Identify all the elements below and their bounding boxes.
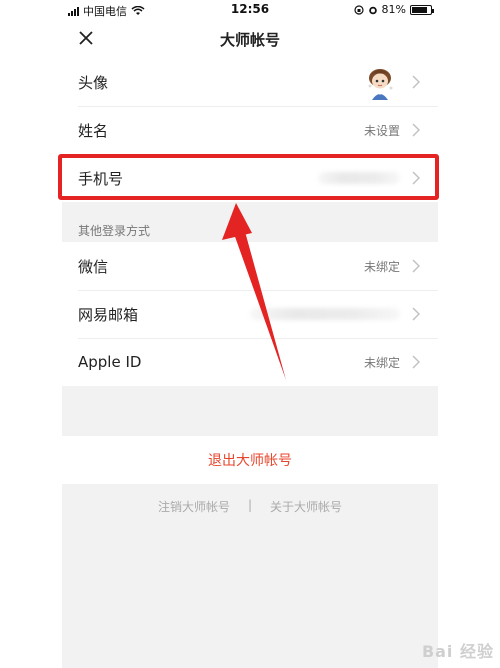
section-title-other-login: 其他登录方式 — [78, 224, 151, 238]
phone-row-highlight — [58, 154, 439, 200]
chevron-right-icon — [412, 355, 420, 369]
name-value: 未设置 — [363, 123, 400, 138]
page-title: 大师帐号 — [219, 31, 280, 49]
row-avatar[interactable]: 头像 — [62, 58, 438, 106]
battery-percent: 81% — [381, 3, 406, 16]
chevron-right-icon — [412, 123, 420, 137]
wechat-value: 未绑定 — [363, 259, 400, 274]
cancel-account-link[interactable]: 注销大师帐号 — [158, 498, 230, 515]
apple-id-value: 未绑定 — [363, 355, 400, 370]
battery-icon — [410, 4, 434, 15]
other-login-group: 微信 未绑定 网易邮箱 Apple ID 未绑定 — [62, 242, 438, 386]
row-apple-id[interactable]: Apple ID 未绑定 — [62, 338, 438, 386]
orientation-lock-icon — [353, 4, 364, 15]
chevron-right-icon — [412, 75, 420, 89]
alarm-icon — [368, 6, 377, 14]
footer-links: 注销大师帐号 | 关于大师帐号 — [62, 498, 438, 515]
nav-bar: 大师帐号 — [62, 20, 438, 58]
status-right: 81% — [353, 3, 434, 16]
avatar — [368, 69, 393, 100]
watermark: Bai 经验 — [421, 642, 494, 661]
footer-separator: | — [247, 498, 253, 512]
netease-mail-value-blurred — [250, 308, 400, 320]
row-name[interactable]: 姓名 未设置 — [62, 106, 438, 154]
about-account-link[interactable]: 关于大师帐号 — [270, 498, 342, 515]
row-netease-mail[interactable]: 网易邮箱 — [62, 290, 438, 338]
battery-fill — [412, 6, 427, 13]
row-wechat[interactable]: 微信 未绑定 — [62, 242, 438, 290]
avatar-label: 头像 — [78, 73, 109, 92]
chevron-right-icon — [412, 259, 420, 273]
logout-button[interactable]: 退出大师帐号 — [62, 436, 438, 484]
status-bar: 中国电信 12:56 81% — [62, 0, 438, 20]
name-label: 姓名 — [78, 121, 109, 140]
netease-mail-label: 网易邮箱 — [78, 305, 139, 324]
wechat-label: 微信 — [78, 257, 109, 276]
phone-screen: 中国电信 12:56 81% 大师帐号 头像 姓名 未设置 手机号 其他登录方式… — [62, 0, 438, 668]
chevron-right-icon — [412, 307, 420, 321]
apple-id-label: Apple ID — [78, 353, 142, 371]
